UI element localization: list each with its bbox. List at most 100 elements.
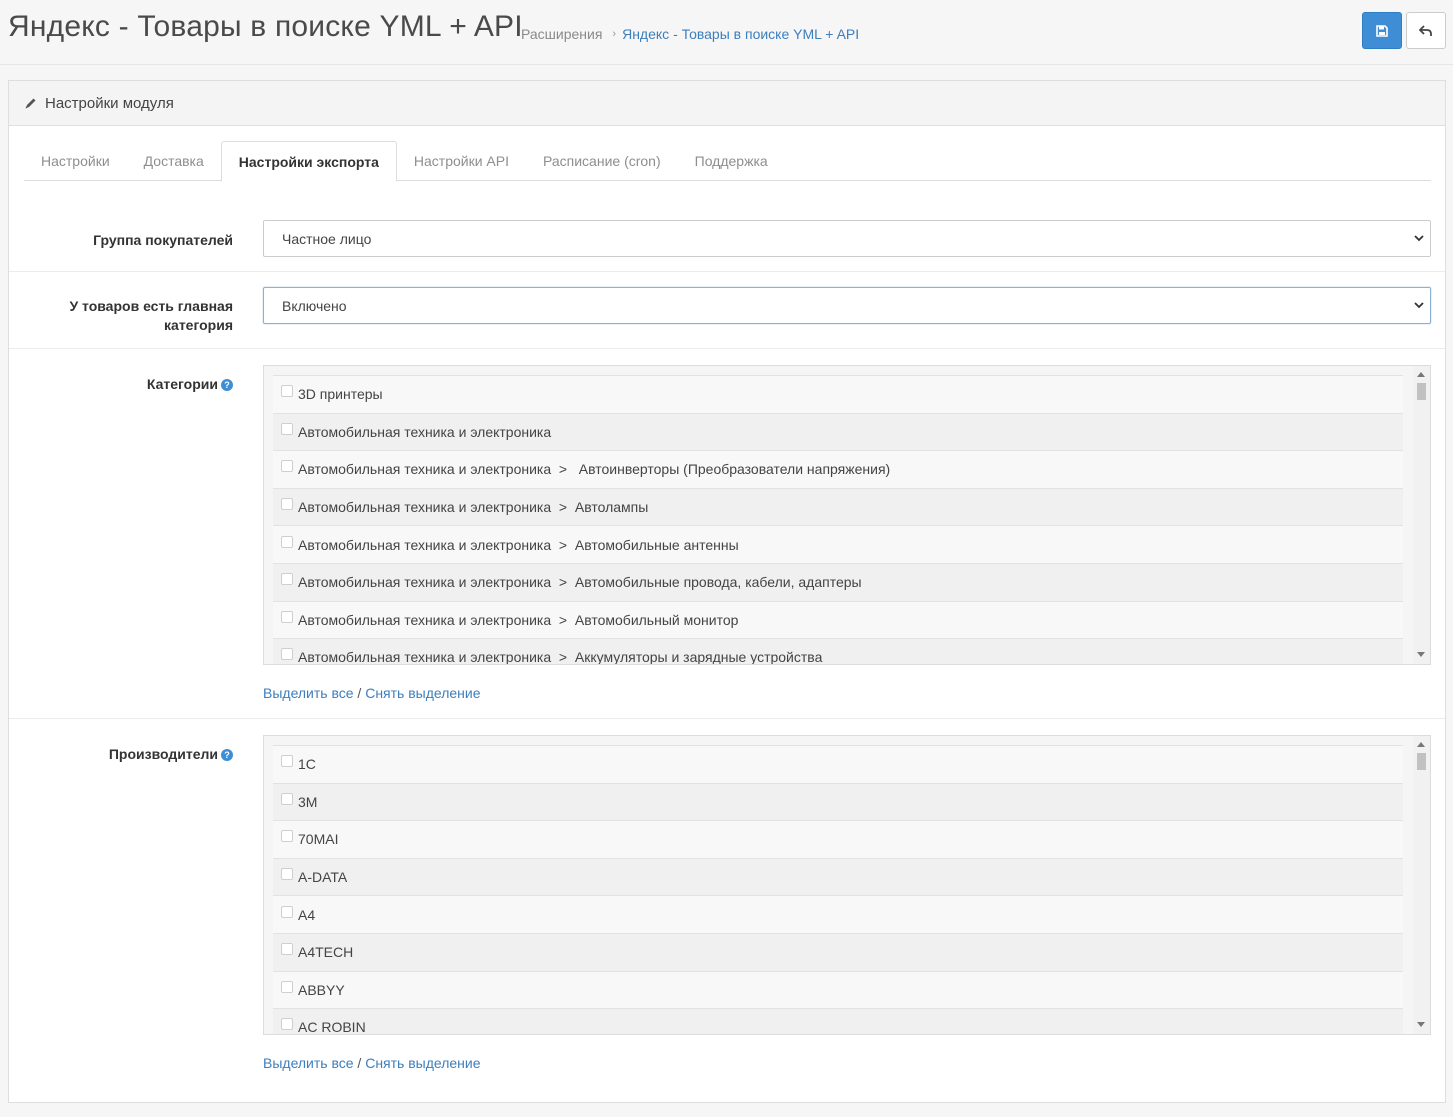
panel-heading: Настройки модуля (9, 81, 1445, 126)
category-item[interactable]: Автомобильная техника и электроника (273, 412, 1403, 451)
manufacturers-row: Производители? 1C 3M 70MAI A-DATA A4 A4T… (9, 718, 1445, 1103)
checkbox[interactable] (281, 792, 293, 805)
breadcrumb-extensions[interactable]: Расширения (521, 26, 602, 42)
tab-bar: Настройки Доставка Настройки экспорта На… (24, 141, 1431, 182)
checkbox[interactable] (281, 905, 293, 918)
scroll-up-icon[interactable] (1417, 742, 1425, 747)
categories-list[interactable]: 3D принтеры Автомобильная техника и элек… (263, 365, 1431, 665)
checkbox[interactable] (281, 385, 293, 398)
checkbox[interactable] (281, 980, 293, 993)
pencil-icon (25, 98, 36, 108)
categories-deselect-link[interactable]: Снять выделение (365, 685, 480, 701)
checkbox[interactable] (281, 573, 293, 586)
categories-row: Категории? 3D принтеры Автомобильная тех… (9, 348, 1445, 718)
checkbox[interactable] (281, 460, 293, 473)
scroll-thumb[interactable] (1417, 383, 1426, 400)
checkbox[interactable] (281, 1018, 293, 1031)
settings-panel: Настройки модуля Настройки Доставка Наст… (8, 80, 1446, 1103)
category-item[interactable]: Автомобильная техника и электроника > Ав… (273, 525, 1403, 563)
checkbox[interactable] (281, 422, 293, 435)
category-item[interactable]: Автомобильная техника и электроника > Ав… (273, 600, 1403, 639)
categories-scrollbar[interactable] (1413, 366, 1430, 664)
manufacturer-item[interactable]: A4TECH (273, 932, 1403, 971)
category-item[interactable]: Автомобильная техника и электроника > Ав… (273, 487, 1403, 526)
manufacturer-item-label: A-DATA (298, 869, 348, 886)
scroll-down-icon[interactable] (1417, 1022, 1425, 1027)
tab-support[interactable]: Поддержка (678, 141, 785, 181)
chevron-down-icon (1414, 235, 1424, 242)
manufacturer-item[interactable]: A4 (273, 895, 1403, 933)
main-category-select[interactable]: Включено (263, 287, 1431, 324)
manufacturer-item-label: 3M (298, 793, 318, 810)
link-divider: / (353, 685, 366, 701)
manufacturer-item-label: ABBYY (298, 981, 345, 998)
checkbox[interactable] (281, 943, 293, 956)
customer-group-select[interactable]: Частное лицо (263, 220, 1431, 257)
manufacturers-select-all-link[interactable]: Выделить все (263, 1055, 354, 1071)
page-header: Яндекс - Товары в поиске YML + API Расши… (0, 0, 1453, 65)
checkbox[interactable] (281, 535, 293, 548)
categories-items: 3D принтеры Автомобильная техника и элек… (273, 375, 1403, 664)
customer-group-row: Группа покупателей Частное лицо (9, 206, 1445, 272)
category-item[interactable]: Автомобильная техника и электроника > Ав… (273, 450, 1403, 488)
category-item-label: Автомобильная техника и электроника > Ав… (298, 574, 862, 591)
checkbox[interactable] (281, 498, 293, 511)
customer-group-label: Группа покупателей (93, 232, 233, 248)
breadcrumb-module[interactable]: Яндекс - Товары в поиске YML + API (622, 26, 859, 42)
main-category-label-line1: У товаров есть главная (69, 298, 233, 314)
manufacturer-item[interactable]: 3M (273, 782, 1403, 821)
save-button[interactable] (1362, 12, 1402, 49)
manufacturer-item[interactable]: ABBYY (273, 970, 1403, 1009)
main-category-label: У товаров есть главная категория (33, 297, 233, 335)
tab-api-settings[interactable]: Настройки API (397, 141, 526, 181)
checkbox[interactable] (281, 610, 293, 623)
manufacturers-deselect-link[interactable]: Снять выделение (365, 1055, 480, 1071)
manufacturers-scrollbar[interactable] (1413, 736, 1430, 1034)
link-divider: / (353, 1055, 366, 1071)
scroll-up-icon[interactable] (1417, 372, 1425, 377)
main-category-value: Включено (282, 297, 347, 314)
main-category-row: У товаров есть главная категория Включен… (9, 271, 1445, 349)
panel-heading-title: Настройки модуля (45, 94, 174, 112)
manufacturer-item[interactable]: AC ROBIN (273, 1008, 1403, 1034)
category-item-label: Автомобильная техника и электроника > Ав… (298, 536, 739, 553)
category-item-label: Автомобильная техника и электроника > Ав… (298, 611, 739, 628)
manufacturers-label-text: Производители (108, 746, 218, 762)
category-item[interactable]: Автомобильная техника и электроника > Ав… (273, 562, 1403, 601)
help-icon[interactable]: ? (221, 379, 233, 391)
scroll-down-icon[interactable] (1417, 652, 1425, 657)
main-category-label-line2: категория (164, 317, 233, 333)
floppy-disk-icon (1376, 24, 1388, 37)
checkbox[interactable] (281, 648, 293, 661)
categories-select-all-link[interactable]: Выделить все (263, 685, 354, 701)
category-item[interactable]: Автомобильная техника и электроника > Ак… (273, 638, 1403, 664)
help-icon[interactable]: ? (221, 749, 233, 761)
categories-label: Категории? (33, 375, 233, 394)
manufacturer-item[interactable]: 1C (273, 745, 1403, 783)
manufacturer-item-label: A4TECH (298, 944, 354, 961)
tab-delivery[interactable]: Доставка (127, 141, 221, 181)
category-item[interactable]: 3D принтеры (273, 375, 1403, 413)
customer-group-value: Частное лицо (282, 230, 372, 247)
checkbox[interactable] (281, 755, 293, 768)
category-item-label: 3D принтеры (298, 386, 383, 403)
back-button[interactable] (1406, 12, 1446, 49)
manufacturer-item-label: 1C (298, 756, 316, 773)
manufacturer-item-label: 70MAI (298, 831, 339, 848)
manufacturer-item[interactable]: A-DATA (273, 857, 1403, 896)
scroll-thumb[interactable] (1417, 753, 1426, 770)
category-item-label: Автомобильная техника и электроника (298, 423, 552, 440)
breadcrumb: Расширения › Яндекс - Товары в поиске YM… (521, 26, 859, 42)
tab-export-settings[interactable]: Настройки экспорта (220, 141, 397, 182)
breadcrumb-separator: › (612, 28, 617, 40)
manufacturer-item[interactable]: 70MAI (273, 820, 1403, 858)
categories-selection-links: Выделить все / Снять выделение (263, 685, 481, 701)
checkbox[interactable] (281, 868, 293, 881)
manufacturers-list[interactable]: 1C 3M 70MAI A-DATA A4 A4TECH ABBYY AC RO… (263, 735, 1431, 1035)
manufacturers-items: 1C 3M 70MAI A-DATA A4 A4TECH ABBYY AC RO… (273, 745, 1403, 1034)
tab-cron-schedule[interactable]: Расписание (cron) (526, 141, 678, 181)
tab-settings[interactable]: Настройки (24, 141, 127, 181)
categories-label-text: Категории (146, 376, 218, 392)
checkbox[interactable] (281, 830, 293, 843)
chevron-down-icon (1414, 302, 1424, 309)
